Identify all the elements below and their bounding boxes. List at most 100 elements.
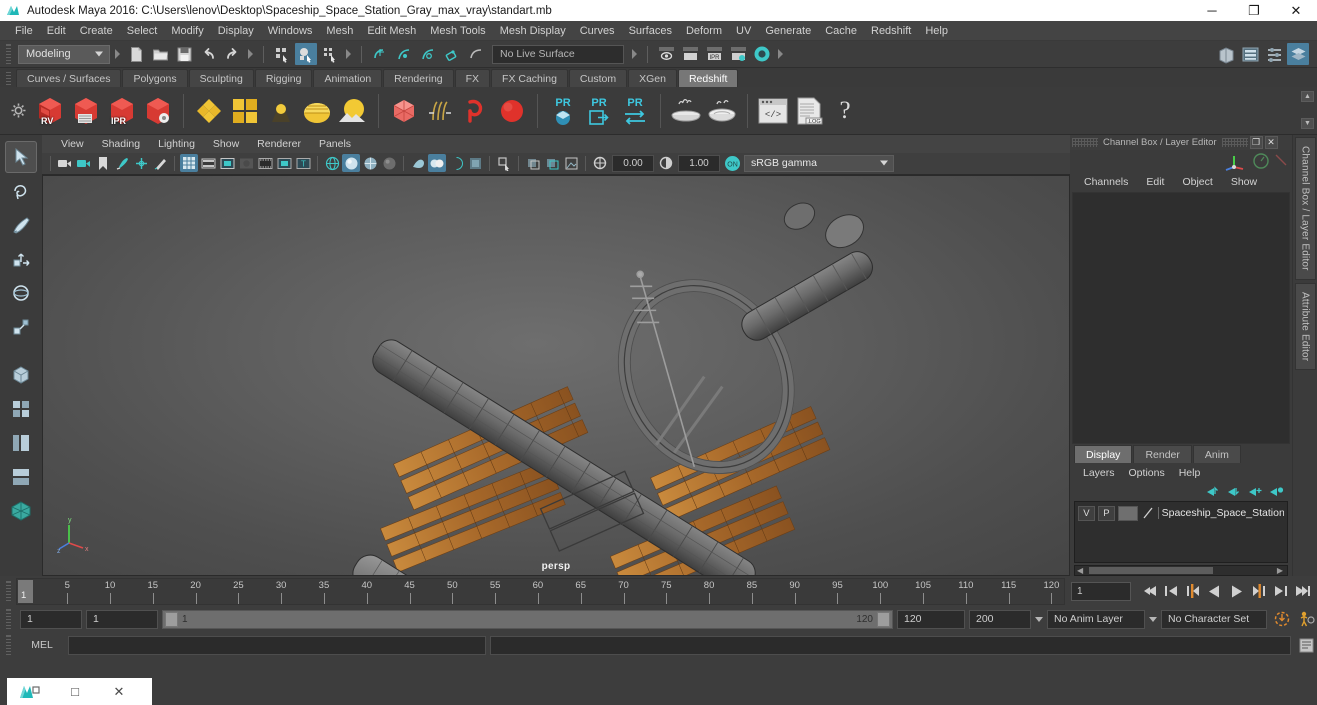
menu-edit-mesh[interactable]: Edit Mesh bbox=[360, 21, 423, 41]
shelf-gripper[interactable] bbox=[4, 70, 13, 85]
shelf-scroll-down-button[interactable]: ▼ bbox=[1301, 118, 1314, 129]
statusline-collapse-5[interactable] bbox=[776, 45, 785, 63]
layer-visibility-toggle[interactable]: V bbox=[1078, 505, 1095, 521]
layer-menu-layers[interactable]: Layers bbox=[1076, 463, 1122, 483]
layer-list-horizontal-scrollbar[interactable]: ◀ ▶ bbox=[1074, 565, 1288, 576]
redshift-help-button[interactable]: ? bbox=[827, 91, 863, 131]
safe-action-button[interactable] bbox=[275, 154, 293, 172]
menu-mesh-display[interactable]: Mesh Display bbox=[493, 21, 573, 41]
wireframe-shading-button[interactable] bbox=[323, 154, 341, 172]
redshift-script-editor-button[interactable]: </> bbox=[755, 91, 791, 131]
menu-set-selector[interactable]: Modeling bbox=[18, 44, 110, 64]
range-slider-gripper[interactable] bbox=[4, 608, 13, 630]
redshift-render-settings-button[interactable] bbox=[140, 91, 176, 131]
scrollbar-thumb[interactable] bbox=[1089, 567, 1213, 574]
layer-tab-display[interactable]: Display bbox=[1074, 445, 1133, 463]
perspective-viewport[interactable]: y z x persp bbox=[42, 174, 1070, 576]
shelf-tab-fx[interactable]: FX bbox=[454, 69, 491, 87]
live-surface-field[interactable]: No Live Surface bbox=[492, 44, 624, 64]
menu-deform[interactable]: Deform bbox=[679, 21, 729, 41]
four-view-layout[interactable] bbox=[5, 393, 37, 425]
show-hide-channel-box-button[interactable] bbox=[1287, 43, 1309, 65]
move-layer-up-button[interactable] bbox=[1206, 485, 1221, 498]
texture-display-button[interactable] bbox=[409, 154, 427, 172]
play-backwards-button[interactable] bbox=[1204, 581, 1225, 601]
safe-title-button[interactable]: T bbox=[294, 154, 312, 172]
channel-box-menu-show[interactable]: Show bbox=[1223, 172, 1265, 192]
close-button[interactable]: ✕ bbox=[1275, 0, 1317, 21]
lasso-select-tool[interactable] bbox=[5, 175, 37, 207]
menu-redshift[interactable]: Redshift bbox=[864, 21, 918, 41]
redshift-bake-all-button[interactable] bbox=[704, 91, 740, 131]
viewport-menu-panels[interactable]: Panels bbox=[310, 135, 360, 153]
gate-mask-button[interactable] bbox=[237, 154, 255, 172]
show-hide-tool-settings-button[interactable] bbox=[1263, 43, 1285, 65]
layer-tab-anim[interactable]: Anim bbox=[1192, 445, 1241, 463]
statusline-collapse-1[interactable] bbox=[113, 45, 122, 63]
persp-graph-layout[interactable] bbox=[5, 461, 37, 493]
redshift-proxy-button[interactable] bbox=[386, 91, 422, 131]
statusline-gripper[interactable] bbox=[4, 43, 13, 65]
statusline-collapse-4[interactable] bbox=[630, 45, 639, 63]
scale-tool[interactable] bbox=[5, 311, 37, 343]
select-by-object-type-button[interactable] bbox=[295, 43, 317, 65]
snap-to-point-button[interactable] bbox=[417, 43, 439, 65]
animation-end-time-field[interactable]: 200 bbox=[969, 609, 1031, 629]
menu-cache[interactable]: Cache bbox=[818, 21, 864, 41]
shadows-button[interactable] bbox=[447, 154, 465, 172]
redshift-dome-light-button[interactable] bbox=[299, 91, 335, 131]
channel-box-menu-edit[interactable]: Edit bbox=[1138, 172, 1172, 192]
shelf-tab-rigging[interactable]: Rigging bbox=[254, 69, 313, 87]
go-to-start-button[interactable] bbox=[1138, 581, 1159, 601]
shade-wireframe-button[interactable] bbox=[361, 154, 379, 172]
viewport-menu-renderer[interactable]: Renderer bbox=[248, 135, 310, 153]
shelf-tab-custom[interactable]: Custom bbox=[568, 69, 628, 87]
film-gate-button[interactable] bbox=[199, 154, 217, 172]
show-hide-modeling-toolkit-button[interactable] bbox=[1215, 43, 1237, 65]
menu-mesh[interactable]: Mesh bbox=[319, 21, 360, 41]
menu-edit[interactable]: Edit bbox=[40, 21, 73, 41]
minimized-window-stub[interactable]: □ ✕ bbox=[7, 678, 152, 705]
layer-playback-toggle[interactable]: P bbox=[1097, 505, 1115, 521]
menu-windows[interactable]: Windows bbox=[261, 21, 320, 41]
red-marker-icon[interactable] bbox=[1274, 153, 1288, 167]
time-slider[interactable]: 1 5 10 15 20 25 30 35 40 45 50 55 60 65 70 75 80 85 90 95 1… bbox=[16, 577, 1065, 605]
toggle-hypershade-button[interactable] bbox=[751, 43, 773, 65]
go-to-end-button[interactable] bbox=[1292, 581, 1313, 601]
menu-file[interactable]: File bbox=[8, 21, 40, 41]
channel-box-menu-channels[interactable]: Channels bbox=[1076, 172, 1136, 192]
redshift-pr-export-button[interactable]: PR bbox=[581, 91, 617, 131]
camera-attributes-button[interactable] bbox=[75, 154, 93, 172]
undock-panel-button[interactable]: ❐ bbox=[1249, 136, 1263, 149]
ipr-render-region-button[interactable]: IPR bbox=[703, 43, 725, 65]
dock-tab-channel-box[interactable]: Channel Box / Layer Editor bbox=[1294, 137, 1316, 280]
shelf-tab-curves-surfaces[interactable]: Curves / Surfaces bbox=[16, 69, 122, 87]
select-tool[interactable] bbox=[5, 141, 37, 173]
channel-box-menu-object[interactable]: Object bbox=[1174, 172, 1220, 192]
image-plane-button[interactable] bbox=[113, 154, 131, 172]
persp-outliner-layout[interactable] bbox=[5, 427, 37, 459]
manipulator-gizmo-icon[interactable] bbox=[1224, 151, 1246, 171]
redshift-curve-button[interactable] bbox=[458, 91, 494, 131]
shelf-tab-polygons[interactable]: Polygons bbox=[122, 69, 188, 87]
character-set-caret-icon[interactable] bbox=[1149, 616, 1157, 622]
playback-start-time-field[interactable]: 1 bbox=[86, 609, 158, 629]
film-origin-button[interactable] bbox=[256, 154, 274, 172]
viewport-menu-show[interactable]: Show bbox=[204, 135, 248, 153]
menu-surfaces[interactable]: Surfaces bbox=[622, 21, 679, 41]
xray-joints-button[interactable] bbox=[543, 154, 561, 172]
redshift-sphere-button[interactable] bbox=[494, 91, 530, 131]
layer-color-swatch[interactable] bbox=[1117, 505, 1138, 521]
select-camera-button[interactable] bbox=[56, 154, 74, 172]
paint-select-tool[interactable] bbox=[5, 209, 37, 241]
color-management-toggle[interactable]: ON bbox=[723, 154, 741, 172]
redshift-texture-button[interactable] bbox=[227, 91, 263, 131]
save-scene-button[interactable] bbox=[173, 43, 195, 65]
shelf-options-button[interactable] bbox=[4, 89, 32, 133]
anim-layer-caret-icon[interactable] bbox=[1035, 616, 1043, 622]
screen-space-ao-button[interactable] bbox=[466, 154, 484, 172]
script-editor-button[interactable] bbox=[1295, 635, 1317, 655]
show-hide-attribute-editor-button[interactable] bbox=[1239, 43, 1261, 65]
speed-gauge-icon[interactable] bbox=[1252, 152, 1270, 170]
undo-button[interactable] bbox=[197, 43, 219, 65]
